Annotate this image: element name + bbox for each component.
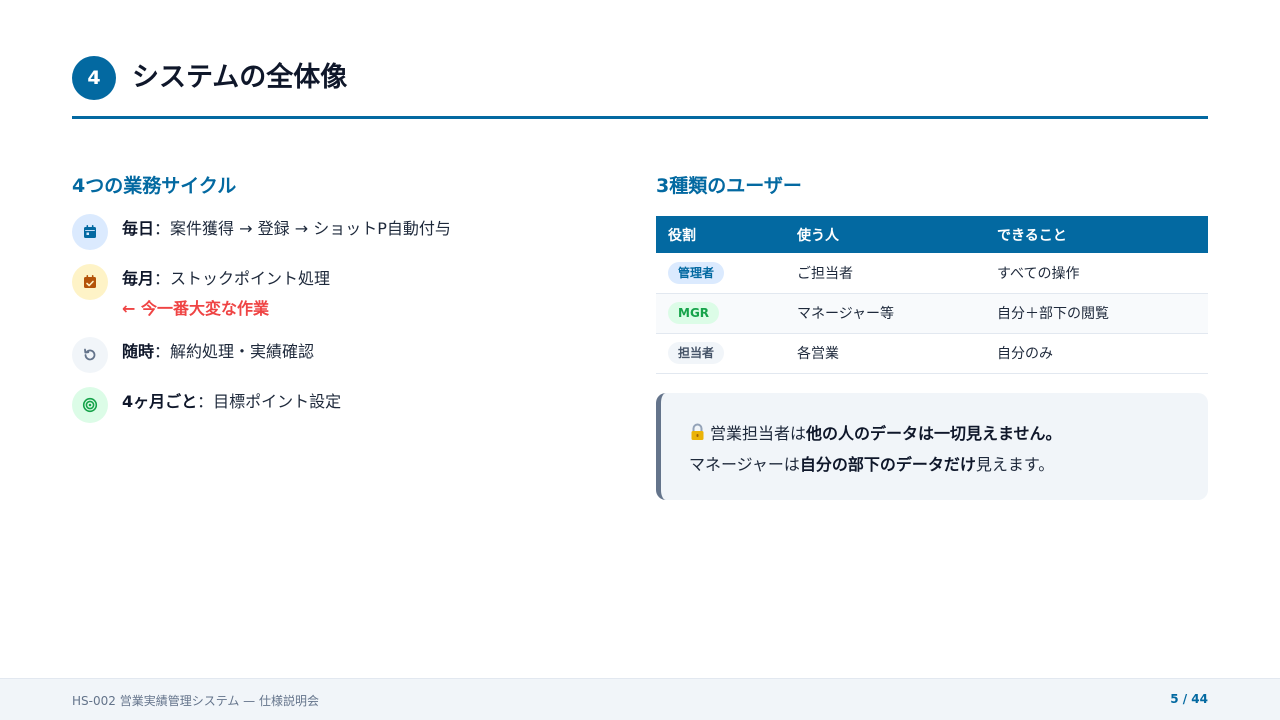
table-row: 担当者 各営業 自分のみ <box>656 333 1208 374</box>
table-cell: 自分のみ <box>985 333 1208 374</box>
table-cell: 自分＋部下の閲覧 <box>985 293 1208 334</box>
callout-emphasis: 自分の部下のデータだけ <box>799 455 976 474</box>
rotate-icon <box>72 337 108 373</box>
cycles-section-title: 4つの業務サイクル <box>72 175 237 197</box>
callout-emphasis: 他の人のデータは一切見えません。 <box>806 424 1062 443</box>
users-section-title: 3種類のユーザー <box>656 175 802 197</box>
footer-title: HS-002 営業実績管理システム — 仕様説明会 <box>72 694 319 708</box>
lock-icon <box>689 421 706 450</box>
cycle-description: ストックポイント処理 <box>170 269 331 288</box>
user-roles-table: 役割 使う人 できること 管理者 ご担当者 すべての操作 MGR マネージャー等… <box>656 216 1208 374</box>
column-header-permissions: できること <box>985 216 1208 253</box>
calendar-icon <box>72 214 108 250</box>
section-number-badge: 4 <box>72 56 116 100</box>
page-number: 5 / 44 <box>1170 692 1208 706</box>
column-header-user: 使う人 <box>785 216 985 253</box>
cycle-description: 解約処理・実績確認 <box>170 342 315 361</box>
column-header-role: 役割 <box>656 216 785 253</box>
role-badge-admin: 管理者 <box>668 261 725 284</box>
slide-header: 4 システムの全体像 <box>72 56 1208 119</box>
cycle-description: 目標ポイント設定 <box>213 392 342 411</box>
calendar-check-icon <box>72 264 108 300</box>
slide-footer: HS-002 営業実績管理システム — 仕様説明会 5 / 44 <box>0 678 1280 720</box>
cycle-label: 毎日 <box>122 219 155 238</box>
cycle-description: 案件獲得 → 登録 → ショットP自動付与 <box>170 219 451 238</box>
visibility-callout: 営業担当者は他の人のデータは一切見えません。 マネージャーは自分の部下のデータだ… <box>656 393 1208 500</box>
cycle-label: 4ヶ月ごと <box>122 392 198 411</box>
table-row: MGR マネージャー等 自分＋部下の閲覧 <box>656 293 1208 334</box>
table-header-row: 役割 使う人 できること <box>656 216 1208 253</box>
role-badge-mgr: MGR <box>668 302 720 324</box>
target-icon <box>72 387 108 423</box>
table-cell: ご担当者 <box>785 253 985 294</box>
cycle-label: 毎月 <box>122 269 155 288</box>
table-row: 管理者 ご担当者 すべての操作 <box>656 253 1208 294</box>
page-title: システムの全体像 <box>132 62 348 93</box>
table-cell: すべての操作 <box>985 253 1208 294</box>
table-cell: 各営業 <box>785 333 985 374</box>
cycle-warning-note: ← 今一番大変な作業 <box>122 299 269 318</box>
cycle-label: 随時 <box>122 342 155 361</box>
role-badge-rep: 担当者 <box>668 342 725 364</box>
table-cell: マネージャー等 <box>785 293 985 334</box>
